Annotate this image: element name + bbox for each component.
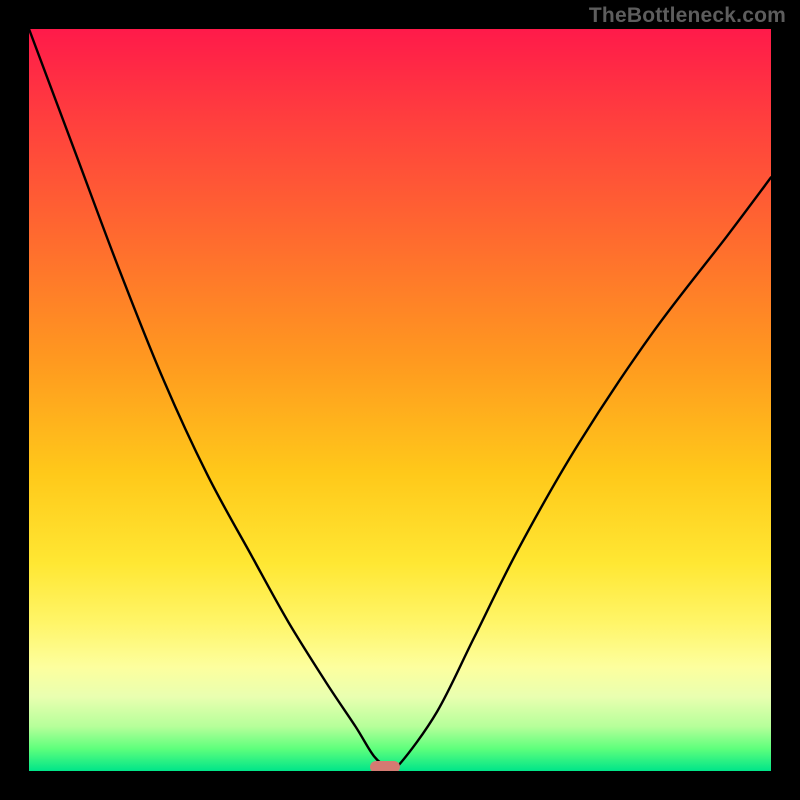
- bottleneck-curve: [29, 29, 771, 771]
- chart-frame: TheBottleneck.com: [0, 0, 800, 800]
- watermark: TheBottleneck.com: [589, 4, 786, 28]
- plot-area: [29, 29, 771, 771]
- optimal-marker: [370, 761, 400, 771]
